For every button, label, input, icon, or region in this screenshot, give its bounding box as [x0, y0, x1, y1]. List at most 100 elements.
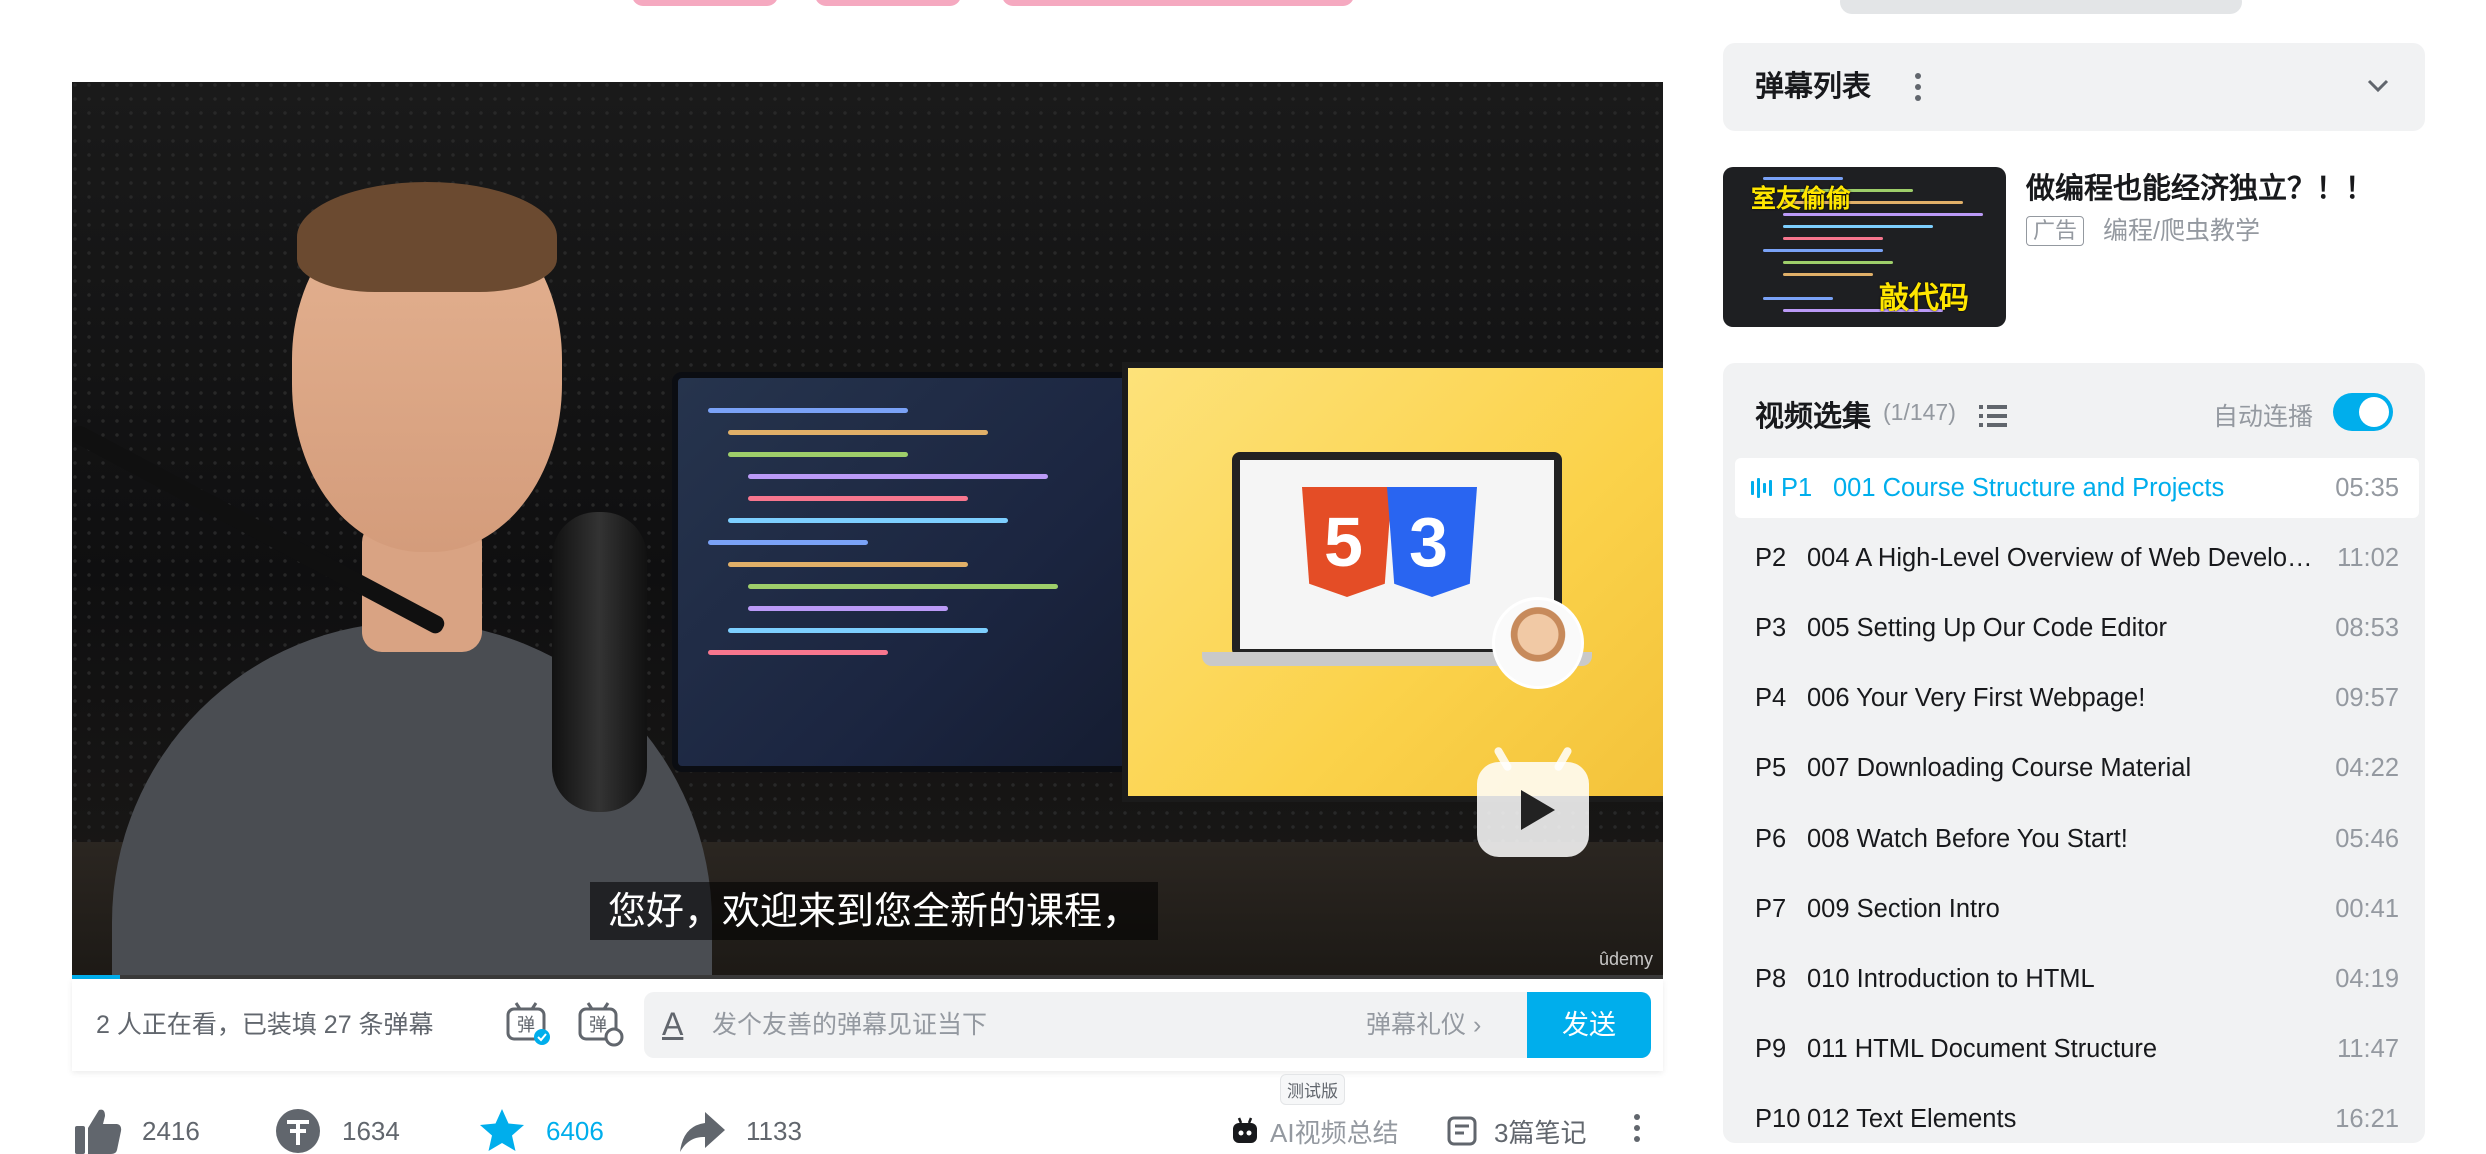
episode-number: P9 — [1755, 1035, 1787, 1064]
header-pill-2[interactable] — [815, 0, 961, 6]
episode-number: P2 — [1755, 543, 1787, 572]
episode-title: 006 Your Very First Webpage! — [1807, 684, 2146, 713]
episode-number: P5 — [1755, 754, 1787, 783]
video-player[interactable]: 5 3 您好，欢迎来到您全新的课程， ûdemy — [72, 82, 1663, 978]
episode-number: P10 — [1755, 1105, 1801, 1134]
ad-thumbnail[interactable]: 室友偷偷 敲代码 — [1723, 167, 2006, 327]
thumbs-up-icon — [72, 1105, 124, 1154]
danmaku-etiquette-link[interactable]: 弹幕礼仪 › — [1366, 992, 1481, 1058]
autoplay-toggle[interactable] — [2333, 393, 2393, 431]
danmaku-toggle-icon[interactable]: 弹 — [504, 1001, 552, 1047]
episode-title: 005 Setting Up Our Code Editor — [1807, 613, 2168, 642]
episode-playlist: 视频选集 (1/147) 自动连播 P1 001 Course Structure… — [1723, 363, 2425, 1143]
video-watermark: ûdemy — [1598, 949, 1653, 969]
episode-item[interactable]: P2 004 A High-Level Overview of Web Devel… — [1735, 528, 2419, 588]
danmaku-send-bar: 2 人正在看，已装填 27 条弹幕 弹 弹 A 发个友善的弹幕见证当下 弹幕礼仪… — [72, 979, 1663, 1071]
episode-item[interactable]: P9 011 HTML Document Structure 11:47 — [1735, 1020, 2419, 1080]
header-pill-3[interactable] — [1002, 0, 1354, 6]
episode-title: 001 Course Structure and Projects — [1833, 473, 2225, 502]
like-button[interactable]: 2416 — [72, 1096, 200, 1154]
episode-number: P8 — [1755, 964, 1787, 993]
episode-title: 009 Section Intro — [1807, 894, 2000, 923]
notes-icon — [1447, 1116, 1477, 1146]
notes-button[interactable]: 3篇笔记 — [1446, 1096, 1586, 1154]
list-view-icon[interactable] — [1979, 405, 2007, 427]
video-scene-monitor-left — [672, 372, 1192, 772]
episode-title: 007 Downloading Course Material — [1807, 754, 2192, 783]
bilibili-play-icon[interactable] — [1477, 745, 1589, 857]
svg-text:弹: 弹 — [589, 1015, 607, 1036]
episode-title: 011 HTML Document Structure — [1807, 1035, 2158, 1064]
danmaku-settings-icon[interactable]: 弹 — [576, 1001, 624, 1047]
chevron-down-icon[interactable] — [2367, 79, 2389, 93]
share-count: 1133 — [746, 1115, 802, 1146]
episode-item[interactable]: P1 001 Course Structure and Projects 05:35 — [1735, 458, 2419, 518]
ad-title[interactable]: 做编程也能经济独立？！！ — [2026, 165, 2374, 207]
more-options-icon[interactable] — [1634, 1114, 1640, 1147]
ad-thumb-text-bottom: 敲代码 — [1879, 281, 1969, 316]
episode-duration: 11:02 — [2337, 543, 2399, 572]
episode-duration: 00:41 — [2335, 894, 2399, 923]
robot-icon — [1233, 1117, 1257, 1143]
episode-duration: 04:22 — [2335, 754, 2399, 783]
episode-duration: 05:46 — [2335, 824, 2399, 853]
episode-item[interactable]: P4 006 Your Very First Webpage! 09:57 — [1735, 669, 2419, 729]
episode-number: P6 — [1755, 824, 1787, 853]
microphone — [552, 512, 647, 812]
ad-badge: 广告 — [2026, 216, 2085, 246]
episode-duration: 11:47 — [2337, 1035, 2399, 1064]
svg-text:弹: 弹 — [517, 1015, 535, 1036]
favorite-button[interactable]: 6406 — [476, 1096, 604, 1154]
html5-logo-icon: 5 — [1302, 487, 1392, 597]
episode-number: P7 — [1755, 894, 1787, 923]
playlist-title: 视频选集 — [1755, 401, 1872, 433]
favorite-count: 6406 — [546, 1115, 604, 1146]
share-icon — [676, 1105, 728, 1154]
episode-number: P4 — [1755, 684, 1787, 713]
autoplay-label: 自动连播 — [2213, 403, 2314, 431]
header-pill-1[interactable] — [632, 0, 778, 6]
episode-number: P3 — [1755, 613, 1787, 642]
episode-duration: 08:53 — [2335, 613, 2399, 642]
danmaku-list-more-icon[interactable] — [1915, 73, 1921, 106]
like-count: 2416 — [142, 1115, 200, 1146]
danmaku-list-title: 弹幕列表 — [1755, 71, 1872, 103]
header-gray-bar — [1840, 0, 2242, 14]
now-playing-icon — [1751, 478, 1773, 498]
episode-item[interactable]: P3 005 Setting Up Our Code Editor 08:53 — [1735, 598, 2419, 658]
send-danmaku-button[interactable]: 发送 — [1527, 992, 1651, 1058]
share-button[interactable]: 1133 — [676, 1096, 802, 1154]
beta-tag: 测试版 — [1280, 1074, 1345, 1105]
episode-item[interactable]: P10 012 Text Elements 16:21 — [1735, 1090, 2419, 1143]
episode-item[interactable]: P6 008 Watch Before You Start! 05:46 — [1735, 809, 2419, 869]
danmaku-list-panel[interactable]: 弹幕列表 — [1723, 43, 2425, 131]
video-subtitle: 您好，欢迎来到您全新的课程， — [590, 882, 1159, 940]
episode-number: P1 — [1781, 473, 1813, 502]
notes-label[interactable]: 3篇笔记 — [1494, 1113, 1586, 1150]
coin-count: 1634 — [342, 1115, 400, 1146]
episode-item[interactable]: P7 009 Section Intro 00:41 — [1735, 879, 2419, 939]
episode-title: 010 Introduction to HTML — [1807, 964, 2095, 993]
ad-subtitle[interactable]: 编程/爬虫教学 — [2103, 216, 2260, 246]
star-icon — [476, 1105, 528, 1154]
playlist-count: (1/147) — [1883, 399, 1956, 425]
video-action-toolbar: 2416 1634 6406 1133 AI视频总结 3篇笔记 — [72, 1096, 1672, 1154]
ad-thumb-text-top: 室友偷偷 — [1751, 184, 1852, 213]
ai-summary-label[interactable]: AI视频总结 — [1270, 1113, 1399, 1150]
danmaku-input[interactable]: A 发个友善的弹幕见证当下 弹幕礼仪 › 发送 — [644, 992, 1651, 1058]
episode-title: 004 A High-Level Overview of Web Develop… — [1807, 543, 2319, 572]
episode-title: 008 Watch Before You Start! — [1807, 824, 2128, 853]
video-scene-avatar — [1492, 597, 1584, 689]
episode-item[interactable]: P8 010 Introduction to HTML 04:19 — [1735, 949, 2419, 1009]
viewer-count-text: 2 人正在看，已装填 27 条弹幕 — [96, 1011, 434, 1039]
episode-title: 012 Text Elements — [1807, 1105, 2017, 1134]
coin-icon — [272, 1105, 324, 1154]
coin-button[interactable]: 1634 — [272, 1096, 400, 1154]
episode-duration: 04:19 — [2335, 964, 2399, 993]
episode-duration: 09:57 — [2335, 684, 2399, 713]
danmaku-input-placeholder[interactable]: 发个友善的弹幕见证当下 — [712, 992, 987, 1058]
episode-item[interactable]: P5 007 Downloading Course Material 04:22 — [1735, 739, 2419, 799]
danmaku-format-icon[interactable]: A — [662, 1006, 683, 1043]
episode-duration: 16:21 — [2335, 1105, 2399, 1134]
episode-duration: 05:35 — [2335, 473, 2399, 502]
